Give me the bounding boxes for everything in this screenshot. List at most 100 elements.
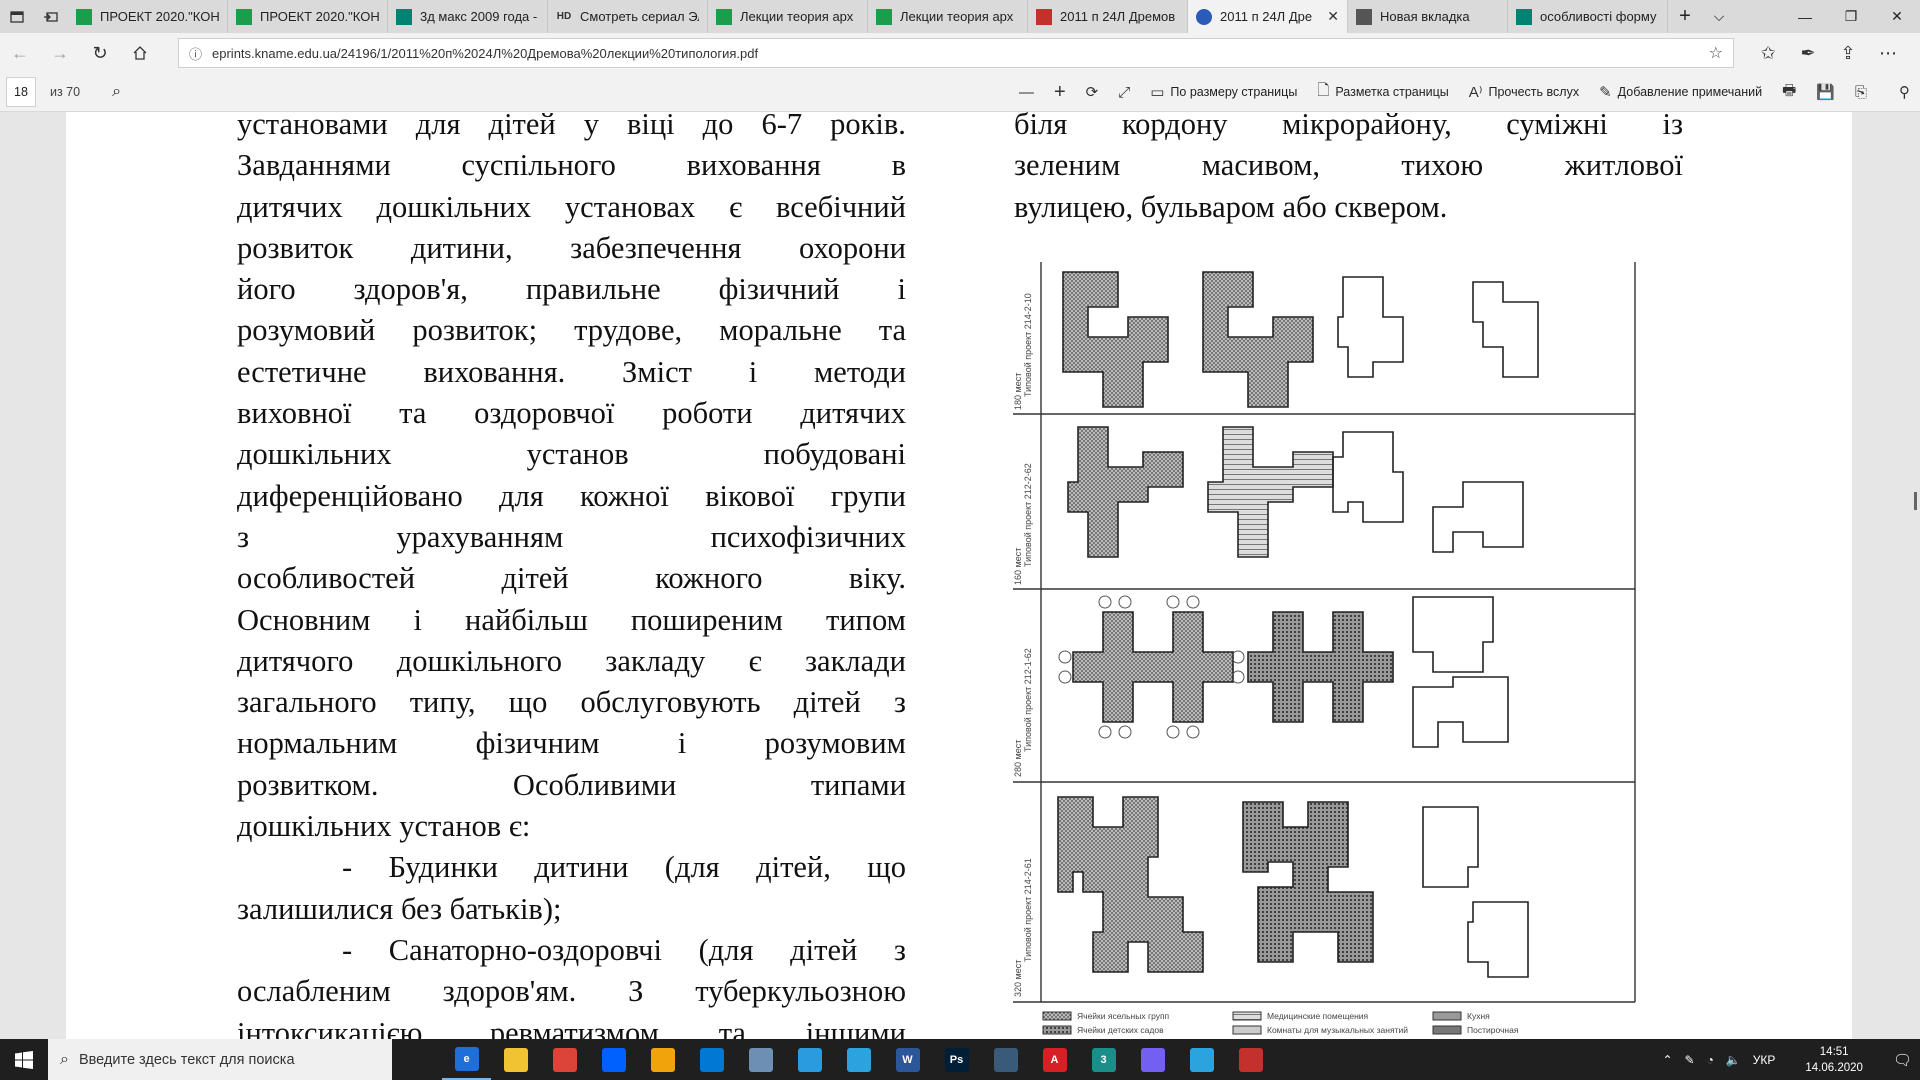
close-window-button[interactable]: ✕ (1874, 0, 1920, 33)
forward-button[interactable]: → (40, 33, 80, 73)
taskbar-chrome-icon[interactable] (540, 1039, 589, 1080)
taskbar-sketch-icon[interactable] (785, 1039, 834, 1080)
page-number-input[interactable]: 18 (6, 77, 36, 107)
tab-8[interactable]: 2011 п 24Л Дре ✕ (1188, 0, 1348, 33)
taskbar-store-icon[interactable] (638, 1039, 687, 1080)
taskbar-search[interactable]: ⌕ Введите здесь текст для поиска (48, 1039, 392, 1080)
pen-note-icon: ✎ (1599, 84, 1612, 101)
add-notes-button[interactable]: ✎ Добавление примечаний (1589, 73, 1772, 111)
globe-icon (1196, 8, 1212, 25)
text-line: загального типу, що обслуговують дітей з (237, 685, 906, 720)
refresh-button[interactable]: ↻ (80, 33, 120, 73)
gdrive-icon (876, 8, 892, 25)
newtab-icon (1356, 8, 1372, 25)
taskbar-acrobat-icon[interactable]: A (1030, 1039, 1079, 1080)
favorites-icon[interactable]: ✩ (1748, 33, 1788, 73)
zoom-out-button[interactable]: — (1009, 73, 1044, 111)
taskbar-calc-icon[interactable] (981, 1039, 1030, 1080)
site-info-icon[interactable]: ⓘ (189, 44, 202, 63)
favorite-star-icon[interactable]: ☆ (1709, 43, 1723, 63)
taskbar-word-icon[interactable]: W (883, 1039, 932, 1080)
fit-page-button[interactable]: ▭ По размеру страницы (1140, 73, 1307, 111)
taskbar-telegram-icon[interactable] (834, 1039, 883, 1080)
read-aloud-icon: A⁾ (1468, 84, 1483, 101)
add-notes-label: Добавление примечаний (1617, 85, 1763, 99)
tab-9[interactable]: Новая вкладка (1348, 0, 1508, 33)
left-text-column: установами для дітей у віці до 6-7 років. Завдан… (237, 112, 906, 1039)
text-line: його здоров'я, правильне фізичний і (237, 272, 906, 307)
text-line: дошкільних установ є: (237, 809, 531, 844)
tab-actions-icon[interactable] (0, 0, 34, 33)
tab-title: Новая вкладка (1380, 9, 1470, 24)
read-aloud-label: Прочесть вслух (1488, 85, 1580, 99)
new-tab-button[interactable]: + (1668, 0, 1702, 33)
page-layout-icon: 🗋 (1317, 81, 1330, 99)
taskbar-3dsmax-icon[interactable]: 3 (1079, 1039, 1128, 1080)
url-text[interactable]: eprints.kname.edu.ua/24196/1/2011%20п%20… (212, 46, 1699, 61)
close-tab-icon[interactable]: ✕ (1327, 8, 1339, 25)
taskbar-network-icon[interactable] (736, 1039, 785, 1080)
fullscreen-button[interactable]: ⤢ (1108, 73, 1140, 111)
plan-row-3 (1058, 595, 1509, 748)
volume-icon[interactable]: 🔈 (1726, 1053, 1741, 1067)
start-button[interactable] (0, 1039, 48, 1080)
taskbar-telegram2-icon[interactable] (1177, 1039, 1226, 1080)
scrollbar-thumb[interactable] (1914, 492, 1917, 510)
address-bar[interactable]: ⓘ eprints.kname.edu.ua/24196/1/2011%20п%… (178, 38, 1734, 68)
taskbar: ⌕ Введите здесь текст для поиска e W Ps A 3 … (0, 1039, 1920, 1080)
tab-7[interactable]: 2011 п 24Л Дремов (1028, 0, 1188, 33)
language-indicator[interactable]: УКР (1753, 1053, 1776, 1067)
taskbar-mail-icon[interactable] (687, 1039, 736, 1080)
minimize-button[interactable]: — (1782, 0, 1828, 33)
taskbar-edge-icon[interactable]: e (442, 1039, 491, 1080)
legend-item-6: Постирочная (1467, 1025, 1519, 1035)
plan-row-4 (1057, 796, 1529, 978)
back-button[interactable]: ← (0, 33, 40, 73)
text-line: дитячих дошкільних установах є всебічний (237, 189, 906, 224)
tab-list-chevron-icon[interactable]: ⌵ (1702, 0, 1736, 33)
set-aside-tabs-icon[interactable] (34, 0, 68, 33)
tab-3[interactable]: 3д макс 2009 года - (388, 0, 548, 33)
pen-workspace-icon[interactable]: ✎ (1685, 1053, 1695, 1067)
restore-button[interactable]: ❐ (1828, 0, 1874, 33)
tab-10[interactable]: особливості форму (1508, 0, 1668, 33)
home-button[interactable] (120, 33, 160, 73)
windows-logo-icon (15, 1050, 33, 1069)
save-as-button[interactable]: ⎘ (1845, 73, 1877, 111)
clock-time: 14:51 (1819, 1045, 1849, 1058)
tab-6[interactable]: Лекции теория арх (868, 0, 1028, 33)
tray-chevron-icon[interactable]: ⌃ (1662, 1053, 1672, 1067)
taskbar-viber-icon[interactable] (1128, 1039, 1177, 1080)
rotate-button[interactable]: ⟳ (1076, 73, 1109, 111)
zoom-in-button[interactable]: + (1044, 73, 1076, 111)
page-layout-button[interactable]: 🗋 Разметка страницы (1307, 73, 1458, 111)
row-4-capacity: 320 мест (1013, 960, 1023, 997)
taskbar-explorer-icon[interactable] (491, 1039, 540, 1080)
tab-4[interactable]: HD Смотреть сериал Эл (548, 0, 708, 33)
print-button[interactable]: 🖶 (1772, 73, 1806, 111)
share-icon[interactable]: ⇪ (1828, 33, 1868, 73)
clock[interactable]: 14:51 14.06.2020 (1805, 1044, 1863, 1076)
pdf-icon (1036, 8, 1052, 25)
text-line: інтоксикацією, ревматизмом та іншими (237, 1015, 906, 1039)
network-icon[interactable]: ◔ (1707, 1053, 1714, 1067)
row-labels: Типовой проект 214-2-10 180 мест Типовой… (1013, 293, 1033, 997)
tab-1[interactable]: ПРОЕКТ 2020."КОНС (68, 0, 228, 33)
tab-2[interactable]: ПРОЕКТ 2020."КОНС (228, 0, 388, 33)
pdf-toolbar: 18 из 70 ⌕ — + ⟳ ⤢ ▭ По размеру страницы … (0, 73, 1920, 112)
pdf-viewer[interactable]: установами для дітей у віці до 6-7 років. Завдан… (0, 112, 1920, 1039)
text-line: - Санаторно-оздоровчі (для дітей з (342, 932, 906, 967)
legend-item-5: Кухня (1467, 1011, 1490, 1021)
pin-toolbar-icon[interactable]: ⚲ (1877, 73, 1920, 111)
pen-icon[interactable]: ✒ (1788, 33, 1828, 73)
save-button[interactable]: 💾 (1806, 73, 1845, 111)
taskbar-photoshop-icon[interactable]: Ps (932, 1039, 981, 1080)
taskbar-pdf-icon[interactable] (1226, 1039, 1275, 1080)
taskbar-dropbox-icon[interactable] (589, 1039, 638, 1080)
more-icon[interactable]: ⋯ (1868, 33, 1908, 73)
page-layout-label: Разметка страницы (1335, 85, 1449, 99)
notifications-icon[interactable]: 🗨 (1893, 1051, 1912, 1069)
search-icon[interactable]: ⌕ (112, 83, 121, 101)
read-aloud-button[interactable]: A⁾ Прочесть вслух (1459, 73, 1589, 111)
tab-5[interactable]: Лекции теория арх (708, 0, 868, 33)
